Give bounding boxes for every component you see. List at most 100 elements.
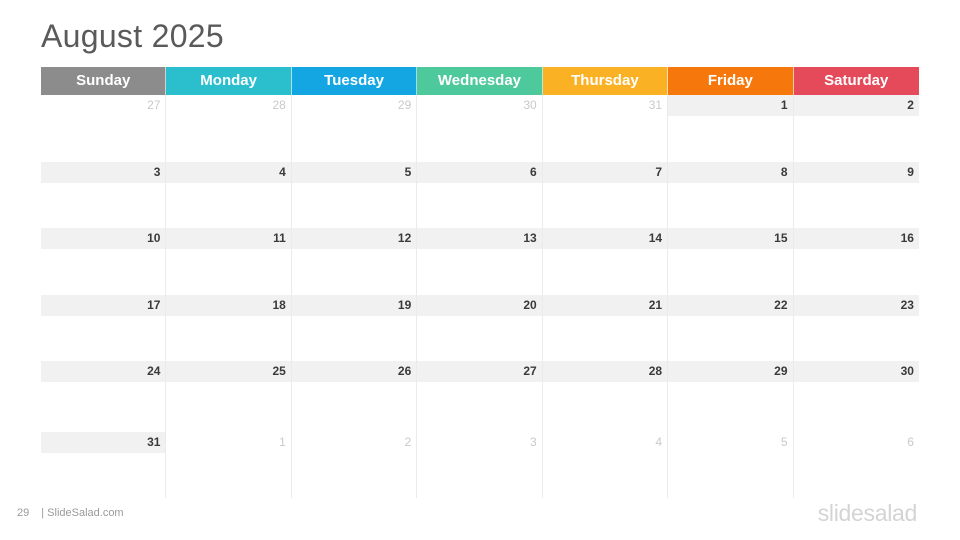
- day-number: 23: [793, 294, 919, 316]
- day-cell[interactable]: 22: [668, 294, 794, 361]
- day-cell[interactable]: 13: [417, 228, 543, 295]
- weekday-header-friday: Friday: [668, 67, 794, 95]
- day-cell[interactable]: 1: [668, 95, 794, 162]
- day-number: 30: [793, 361, 919, 382]
- day-cell[interactable]: 28: [166, 95, 292, 162]
- day-number: 28: [542, 361, 668, 382]
- day-number: 6: [417, 161, 542, 183]
- day-cell[interactable]: 28: [542, 361, 669, 428]
- slidesalad-logo: slidesalad: [817, 500, 918, 526]
- day-cell[interactable]: 14: [542, 228, 669, 295]
- day-number: 20: [417, 294, 542, 316]
- day-cell[interactable]: 30: [793, 361, 919, 428]
- day-number: 13: [417, 228, 542, 249]
- day-number: 1: [668, 95, 793, 116]
- weekday-header: Sunday Monday Tuesday Wednesday Thursday Frid…: [41, 67, 919, 95]
- day-number: 17: [41, 294, 166, 316]
- day-cell[interactable]: 5: [668, 427, 794, 498]
- day-cell[interactable]: 31: [543, 95, 669, 162]
- day-cell[interactable]: 2: [292, 427, 418, 498]
- weekday-header-monday: Monday: [166, 67, 292, 95]
- day-number: 12: [291, 228, 417, 249]
- day-cell[interactable]: 11: [166, 228, 292, 295]
- day-cell[interactable]: 25: [166, 361, 292, 428]
- day-number: 11: [166, 228, 291, 249]
- day-number: 2: [404, 434, 412, 449]
- day-cell[interactable]: 17: [41, 294, 167, 361]
- day-cell[interactable]: 23: [793, 294, 919, 362]
- day-cell[interactable]: 2: [793, 95, 919, 162]
- day-number: 16: [793, 228, 919, 249]
- day-number: 26: [291, 361, 417, 382]
- day-number: 27: [147, 98, 161, 112]
- week-row: 31 1 2 3 4 5 6: [41, 427, 919, 498]
- day-cell[interactable]: 9: [793, 161, 919, 229]
- day-number: 21: [542, 294, 668, 316]
- day-number: 30: [523, 98, 537, 112]
- day-number: 3: [530, 434, 537, 449]
- day-cell[interactable]: 27: [41, 95, 167, 162]
- day-cell[interactable]: 20: [417, 294, 543, 361]
- calendar-grid: 27 28 29 30 31 1 2 3 4 5 6 7 8 9 10 11 12 13 14 15 16 17 18 19 2…: [41, 95, 919, 498]
- day-cell[interactable]: 29: [292, 95, 418, 162]
- day-number: 29: [397, 98, 412, 112]
- day-number: 19: [291, 294, 417, 316]
- weekday-header-wednesday: Wednesday: [417, 67, 543, 95]
- day-cell[interactable]: 6: [794, 428, 919, 498]
- day-cell[interactable]: 30: [417, 95, 543, 162]
- day-number: 2: [793, 95, 919, 116]
- calendar-title: August 2025: [41, 18, 225, 54]
- day-cell[interactable]: 6: [417, 161, 543, 228]
- day-number: 1: [279, 434, 286, 449]
- day-number: 7: [542, 161, 668, 183]
- day-cell[interactable]: 19: [291, 294, 418, 361]
- day-number: 5: [780, 434, 788, 449]
- day-cell[interactable]: 5: [291, 161, 418, 228]
- day-number: 24: [41, 361, 166, 382]
- day-number: 28: [272, 98, 286, 112]
- day-cell[interactable]: 31: [41, 427, 167, 498]
- day-cell[interactable]: 7: [542, 161, 669, 228]
- day-cell[interactable]: 21: [542, 294, 669, 361]
- week-row: 10 11 12 13 14 15 16: [41, 228, 919, 295]
- day-cell[interactable]: 29: [668, 361, 794, 428]
- week-row: 27 28 29 30 31 1 2: [41, 95, 919, 162]
- day-number: 4: [655, 434, 663, 449]
- weekday-header-saturday: Saturday: [793, 67, 919, 95]
- day-number: 10: [41, 228, 166, 249]
- day-number: 27: [417, 361, 542, 382]
- footer-site: | SlideSalad.com: [41, 507, 124, 519]
- day-number: 22: [668, 294, 793, 316]
- day-cell[interactable]: 4: [543, 427, 669, 498]
- day-cell[interactable]: 26: [291, 361, 418, 428]
- day-number: 14: [542, 228, 668, 249]
- day-cell[interactable]: 24: [41, 361, 167, 428]
- day-number: 15: [668, 228, 793, 249]
- day-cell[interactable]: 16: [793, 228, 919, 295]
- day-cell[interactable]: 10: [41, 228, 167, 295]
- day-cell[interactable]: 15: [668, 228, 794, 295]
- day-cell[interactable]: 3: [417, 427, 543, 498]
- day-cell[interactable]: 12: [291, 228, 418, 295]
- weekday-header-sunday: Sunday: [41, 67, 167, 95]
- week-row: 3456789: [41, 161, 919, 229]
- day-cell[interactable]: 4: [166, 161, 292, 228]
- day-number: 4: [166, 161, 291, 183]
- day-number: 6: [907, 434, 914, 449]
- day-cell[interactable]: 27: [417, 361, 543, 428]
- day-cell[interactable]: 18: [166, 294, 292, 361]
- page-number: 29: [17, 507, 30, 519]
- day-number: 9: [793, 161, 919, 183]
- day-cell[interactable]: 1: [166, 427, 292, 498]
- week-row: 17 18 19 20 21 22 23: [41, 294, 919, 362]
- day-number: 3: [41, 161, 166, 183]
- day-cell[interactable]: 8: [668, 161, 794, 228]
- day-number: 5: [291, 161, 417, 183]
- day-number: 31: [41, 431, 166, 453]
- day-number: 29: [668, 361, 793, 382]
- day-cell[interactable]: 3: [41, 161, 167, 228]
- week-row: 24 25 26 27 28 29 30: [41, 361, 919, 428]
- day-number: 18: [166, 294, 291, 316]
- day-number: 25: [166, 361, 291, 382]
- footer: 29 | SlideSalad.com: [17, 507, 124, 519]
